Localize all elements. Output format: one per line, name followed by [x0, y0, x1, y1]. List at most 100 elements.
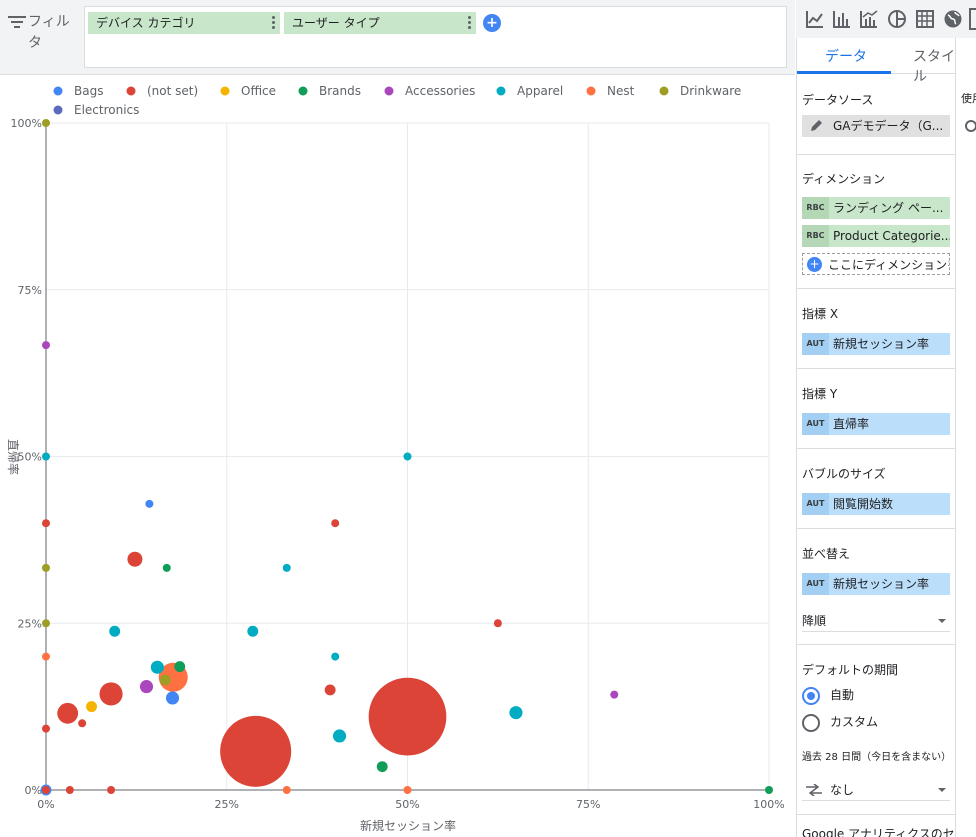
legend-item[interactable]: Nest: [586, 84, 635, 98]
bubble-point[interactable]: [109, 625, 121, 637]
bubble-point[interactable]: [403, 786, 412, 794]
field-type-tag[interactable]: [967, 484, 976, 492]
bubble-point[interactable]: [127, 551, 143, 567]
bubble-point[interactable]: [145, 499, 154, 508]
bubble-point[interactable]: [150, 660, 164, 674]
field-type-tag[interactable]: [967, 770, 976, 778]
field-type-tag[interactable]: [967, 550, 976, 558]
bubble-point[interactable]: [493, 619, 502, 628]
bubble-point[interactable]: [57, 702, 79, 724]
dimension-product-category[interactable]: RBC Product Categorie...: [802, 225, 950, 247]
bubble-point[interactable]: [99, 682, 123, 706]
bubble-point[interactable]: [42, 619, 50, 628]
bubble-point[interactable]: [247, 625, 259, 637]
field-type-tag[interactable]: [967, 330, 976, 338]
field-type-tag[interactable]: [967, 462, 976, 470]
bubble-point[interactable]: [42, 519, 50, 528]
bubble-point[interactable]: [368, 677, 447, 756]
metric-x-field[interactable]: AUT 新規セッション率: [802, 333, 950, 355]
field-type-tag[interactable]: [967, 792, 976, 800]
field-type-tag[interactable]: [967, 506, 976, 514]
field-type-tag[interactable]: [967, 572, 976, 580]
add-dimension-slot[interactable]: + ここにディメンションを: [802, 253, 950, 275]
add-filter-button[interactable]: +: [483, 14, 501, 32]
sort-order-select[interactable]: 降順: [802, 610, 950, 632]
bubble-point[interactable]: [42, 563, 50, 572]
more-vert-icon[interactable]: [468, 16, 472, 30]
legend-item[interactable]: Office: [220, 84, 277, 98]
geo-chart-icon[interactable]: [942, 8, 964, 30]
field-type-tag[interactable]: [967, 308, 976, 316]
field-type-tag[interactable]: [967, 704, 976, 712]
bubble-point[interactable]: [165, 691, 180, 705]
filter-chip-device-category[interactable]: デバイス カテゴリ: [88, 12, 280, 34]
bubble-point[interactable]: [509, 706, 523, 720]
field-type-tag[interactable]: [967, 726, 976, 734]
bubble-point[interactable]: [42, 786, 50, 794]
more-vert-icon[interactable]: [272, 16, 276, 30]
filter-chip-user-type[interactable]: ユーザー タイプ: [284, 12, 476, 34]
legend-item[interactable]: Drinkware: [659, 84, 742, 98]
radio-selected-icon[interactable]: [802, 686, 820, 705]
field-type-tag[interactable]: [967, 352, 976, 360]
field-type-tag[interactable]: [967, 198, 976, 206]
bubble-point[interactable]: [376, 761, 388, 773]
field-type-tag[interactable]: [967, 440, 976, 448]
field-type-tag[interactable]: [967, 748, 976, 756]
line-chart-icon[interactable]: [804, 8, 826, 30]
filter-icon[interactable]: [8, 16, 26, 30]
comparison-select[interactable]: なし: [802, 779, 950, 801]
legend-item[interactable]: (not set): [126, 84, 199, 98]
filter-drop-zone[interactable]: デバイス カテゴリ ユーザー タイプ +: [84, 6, 787, 68]
bubble-point[interactable]: [610, 690, 619, 699]
data-source-field[interactable]: GAデモデータ（G...: [802, 115, 950, 137]
pie-chart-icon[interactable]: [886, 8, 908, 30]
sort-field[interactable]: AUT 新規セッション率: [802, 573, 950, 595]
bubble-point[interactable]: [107, 786, 116, 794]
bubble-chart[interactable]: 0% 0% 25% 25% 50% 50% 75% 75% 100% 100% Bags (not …: [0, 76, 795, 837]
bubble-point[interactable]: [42, 452, 50, 461]
field-type-tag[interactable]: [967, 242, 976, 250]
date-range-auto-option[interactable]: 自動: [802, 685, 854, 705]
field-type-tag[interactable]: [967, 286, 976, 294]
more-charts-icon[interactable]: [969, 8, 976, 30]
bubble-point[interactable]: [765, 786, 773, 794]
legend-item[interactable]: Electronics: [53, 103, 140, 117]
field-type-tag[interactable]: [967, 528, 976, 536]
legend-item[interactable]: Apparel: [496, 84, 564, 98]
tab-data[interactable]: データ: [825, 46, 867, 66]
bubble-point[interactable]: [331, 519, 340, 528]
search-icon[interactable]: [965, 120, 976, 132]
bubble-point[interactable]: [174, 661, 186, 673]
legend-item[interactable]: Accessories: [384, 84, 476, 98]
field-type-tag[interactable]: [967, 616, 976, 624]
bubble-point[interactable]: [42, 724, 50, 733]
bubble-point[interactable]: [331, 652, 340, 661]
bubble-point[interactable]: [332, 729, 347, 743]
bubble-point[interactable]: [78, 719, 87, 728]
field-type-tag[interactable]: [967, 396, 976, 404]
bubble-point[interactable]: [42, 652, 50, 661]
dimension-landing-page[interactable]: RBC ランディング ペー...: [802, 197, 950, 219]
field-type-tag[interactable]: [967, 594, 976, 602]
bubble-point[interactable]: [139, 680, 154, 694]
bubble-point[interactable]: [162, 563, 171, 572]
field-type-tag[interactable]: [967, 418, 976, 426]
field-type-tag[interactable]: [967, 374, 976, 382]
bubble-point[interactable]: [282, 786, 291, 794]
bubble-point[interactable]: [220, 715, 292, 787]
bubble-point[interactable]: [159, 674, 171, 686]
bubble-point[interactable]: [42, 119, 50, 127]
field-type-tag[interactable]: [967, 660, 976, 668]
legend-item[interactable]: Brands: [298, 84, 362, 98]
bar-chart-icon[interactable]: [831, 8, 853, 30]
field-type-tag[interactable]: [967, 682, 976, 690]
bubble-point[interactable]: [403, 452, 412, 461]
legend-item[interactable]: Bags: [53, 84, 104, 98]
bubble-size-field[interactable]: AUT 閲覧開始数: [802, 493, 950, 515]
metric-y-field[interactable]: AUT 直帰率: [802, 413, 950, 435]
field-type-tag[interactable]: [967, 264, 976, 272]
bubble-point[interactable]: [282, 563, 291, 572]
bubble-point[interactable]: [324, 684, 336, 696]
date-range-custom-option[interactable]: カスタム: [802, 712, 878, 732]
